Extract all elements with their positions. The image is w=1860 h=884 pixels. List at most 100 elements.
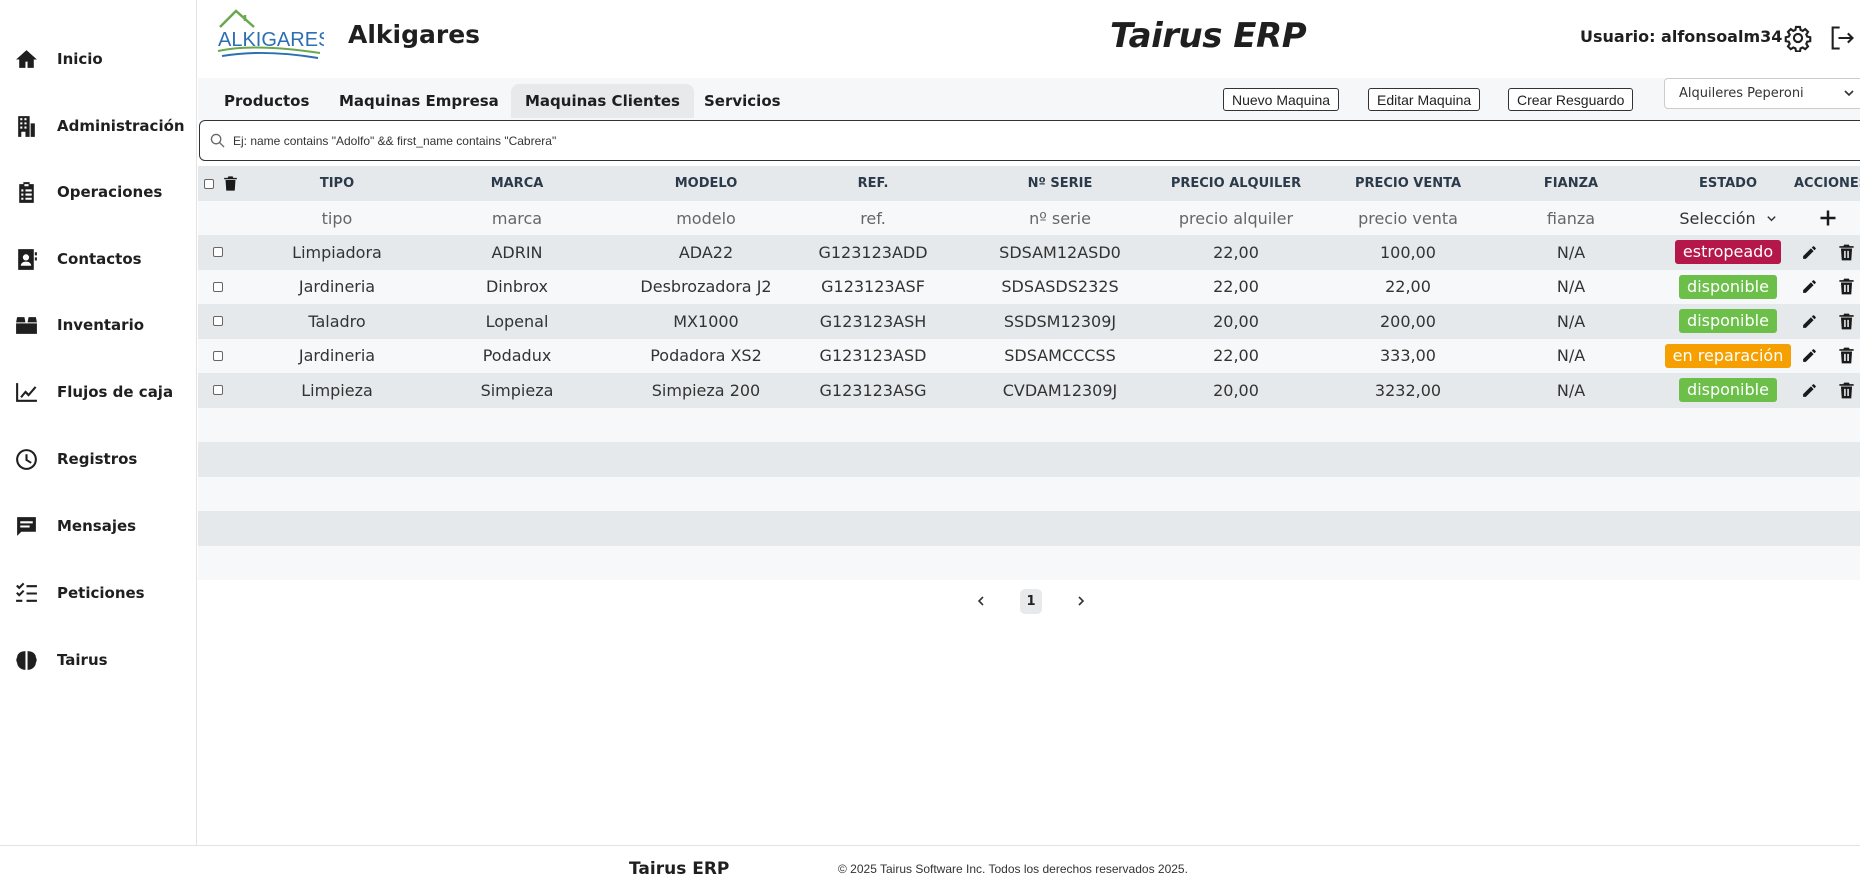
tab-maquinas-empresa[interactable]: Maquinas Empresa: [325, 84, 513, 118]
select-all-cell: [202, 166, 216, 201]
delete-row-button[interactable]: [1834, 339, 1858, 374]
page-number-current[interactable]: 1: [1020, 589, 1042, 614]
sidebar-item-label: Inventario: [57, 316, 145, 334]
cell-alquiler: 20,00: [1213, 311, 1259, 331]
add-row-button[interactable]: [1813, 201, 1843, 235]
cell-alquiler: 22,00: [1213, 277, 1259, 297]
bulk-delete-button[interactable]: [218, 166, 242, 201]
cell-tipo: Limpieza: [301, 380, 373, 400]
edit-row-button[interactable]: [1796, 270, 1822, 305]
cell-tipo: Jardineria: [298, 277, 376, 297]
col-ref[interactable]: REF.: [798, 166, 948, 201]
col-tipo[interactable]: TIPO: [257, 166, 417, 201]
footer-brand: Tairus ERP: [629, 859, 730, 879]
select-all-checkbox[interactable]: [204, 178, 214, 189]
tab-servicios[interactable]: Servicios: [690, 84, 795, 118]
table-row: Jardineria Podadux Podadora XS2 G123123ASD S…: [198, 338, 1860, 374]
sidebar-item-tairus[interactable]: Tairus: [14, 640, 108, 680]
create-guard-button[interactable]: Crear Resguardo: [1508, 88, 1634, 111]
plus-icon: [1820, 210, 1836, 226]
row-checkbox[interactable]: [213, 316, 223, 327]
col-precio-alquiler[interactable]: PRECIO ALQUILER: [1146, 166, 1326, 201]
company-logo: ALKIGARES: [214, 5, 331, 63]
delete-row-button[interactable]: [1834, 270, 1858, 305]
contact-book-icon: [18, 248, 37, 270]
sidebar-item-label: Registros: [57, 450, 138, 468]
pencil-icon: [1802, 280, 1816, 294]
col-fianza[interactable]: FIANZA: [1501, 166, 1641, 201]
edit-row-button[interactable]: [1796, 235, 1822, 270]
col-serie[interactable]: Nº SERIE: [975, 166, 1145, 201]
empty-row: [198, 407, 1860, 442]
pencil-icon: [1802, 383, 1816, 397]
row-checkbox[interactable]: [213, 247, 223, 258]
sidebar-item-flujos[interactable]: Flujos de caja: [14, 372, 173, 412]
top-header: ALKIGARES Alkigares Tairus ERP Usuario: …: [198, 0, 1860, 78]
settings-button[interactable]: [1784, 24, 1812, 53]
row-checkbox[interactable]: [213, 350, 223, 361]
search-input[interactable]: [233, 133, 1733, 148]
pencil-icon: [1802, 349, 1816, 363]
col-modelo[interactable]: MODELO: [611, 166, 801, 201]
col-marca[interactable]: MARCA: [437, 166, 597, 201]
filter-estado-value: Selección: [1679, 208, 1756, 228]
box-icon: [16, 316, 37, 334]
cell-serie: SSDSM12309J: [1003, 311, 1117, 331]
logout-button[interactable]: [1828, 24, 1856, 52]
filter-precio-venta[interactable]: [1323, 208, 1493, 228]
empty-row: [198, 442, 1860, 477]
table-row: Limpieza Simpieza Simpieza 200 G123123ASG CV…: [198, 373, 1860, 408]
sidebar-item-peticiones[interactable]: Peticiones: [14, 573, 145, 613]
cell-marca: Lopenal: [485, 311, 549, 331]
sidebar-item-registros[interactable]: Registros: [14, 439, 137, 479]
row-checkbox[interactable]: [213, 385, 223, 396]
filter-fianza[interactable]: [1501, 208, 1641, 228]
cell-venta: 200,00: [1380, 311, 1436, 331]
sidebar-item-administracion[interactable]: Administración: [14, 106, 185, 146]
search-bar: [199, 120, 1860, 161]
sidebar-item-contactos[interactable]: Contactos: [14, 239, 142, 279]
edit-row-button[interactable]: [1796, 339, 1822, 374]
row-checkbox[interactable]: [213, 281, 223, 292]
cell-estado: disponible: [1663, 270, 1793, 305]
empty-row: [198, 476, 1860, 511]
footer-copyright: © 2025 Tairus Software Inc. Todos los de…: [838, 862, 1188, 876]
filter-precio-alquiler[interactable]: [1146, 208, 1326, 228]
edit-machine-button[interactable]: Editar Maquina: [1368, 88, 1481, 111]
col-precio-venta[interactable]: PRECIO VENTA: [1323, 166, 1493, 201]
sidebar-item-inventario[interactable]: Inventario: [14, 305, 144, 345]
delete-row-button[interactable]: [1834, 304, 1858, 339]
filter-serie[interactable]: [975, 208, 1145, 228]
filter-marca[interactable]: [437, 208, 597, 228]
sidebar-item-operaciones[interactable]: Operaciones: [14, 172, 162, 212]
cell-marca: Podadux: [482, 346, 552, 366]
filter-estado-select[interactable]: Selección: [1663, 201, 1793, 235]
row-select-cell: [211, 339, 225, 374]
col-estado[interactable]: ESTADO: [1663, 166, 1793, 201]
cell-fianza: N/A: [1556, 380, 1586, 400]
sidebar-item-inicio[interactable]: Inicio: [14, 39, 103, 79]
cell-ref: G123123ASH: [819, 311, 927, 331]
cell-estado: en reparación: [1663, 339, 1793, 374]
delete-row-button[interactable]: [1834, 373, 1858, 408]
filter-tipo[interactable]: [257, 208, 417, 228]
delete-row-button[interactable]: [1834, 235, 1858, 270]
edit-row-button[interactable]: [1796, 373, 1822, 408]
new-machine-button[interactable]: Nuevo Maquina: [1223, 88, 1340, 111]
cell-serie: SDSAM12ASD0: [999, 242, 1121, 262]
filter-ref[interactable]: [798, 208, 948, 228]
chevron-down-icon: [1766, 215, 1776, 221]
table-row: Limpiadora ADRIN ADA22 G123123ADD SDSAM12ASD…: [198, 235, 1860, 270]
user-label: Usuario: alfonsoalm34: [1580, 27, 1783, 46]
trash-icon: [1838, 313, 1854, 330]
chevron-right-icon: [1078, 596, 1085, 606]
tab-maquinas-clientes[interactable]: Maquinas Clientes: [511, 84, 694, 118]
prev-page-button[interactable]: [971, 587, 991, 615]
filter-modelo[interactable]: [611, 208, 801, 228]
tab-productos[interactable]: Productos: [210, 84, 323, 118]
edit-row-button[interactable]: [1796, 304, 1822, 339]
sidebar-item-mensajes[interactable]: Mensajes: [14, 506, 136, 546]
next-page-button[interactable]: [1071, 587, 1091, 615]
company-select[interactable]: Alquileres Peperoni: [1664, 78, 1860, 109]
cell-ref: G123123ASG: [819, 380, 927, 400]
